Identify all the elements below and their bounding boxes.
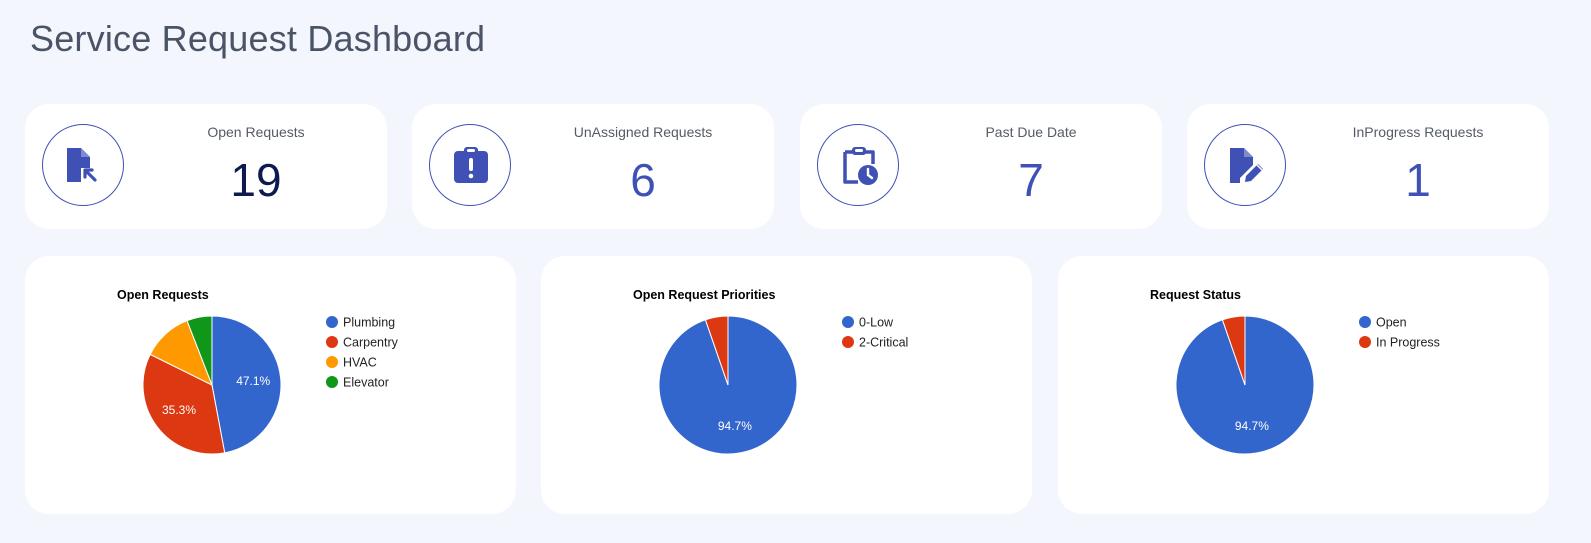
stat-card-inprogress-requests[interactable]: InProgress Requests 1 — [1187, 104, 1549, 229]
open-request-priorities-pie-chart: Open Request Priorities 94.7% 0-Low 2-Criti… — [633, 288, 908, 455]
legend-label-0-low[interactable]: 0-Low — [859, 316, 894, 330]
chart-title: Open Request Priorities — [633, 288, 775, 302]
page-title: Service Request Dashboard — [30, 18, 486, 59]
legend-label-elevator[interactable]: Elevator — [343, 376, 389, 390]
clipboard-exclamation-icon — [454, 147, 488, 183]
file-import-icon — [67, 148, 97, 182]
stat-icon-circle — [42, 124, 124, 206]
legend-marker-elevator — [326, 376, 338, 388]
stat-label: Past Due Date — [985, 124, 1077, 140]
stat-icon-circle — [817, 124, 899, 206]
legend-label-plumbing[interactable]: Plumbing — [343, 316, 395, 330]
stat-card-unassigned-requests[interactable]: UnAssigned Requests 6 — [412, 104, 774, 229]
chart-title: Request Status — [1150, 288, 1241, 302]
stat-value: 1 — [1405, 154, 1431, 206]
legend-marker-2-critical — [842, 336, 854, 348]
slice-label-carpentry: 35.3% — [162, 403, 196, 417]
chart-card-open-requests: Open Requests 47.1% 35.3% Plumbing Carpentry… — [25, 256, 516, 514]
legend-marker-plumbing — [326, 316, 338, 328]
legend-label-2-critical[interactable]: 2-Critical — [859, 336, 908, 350]
chart-title: Open Requests — [117, 288, 209, 302]
legend-label-open[interactable]: Open — [1376, 316, 1407, 330]
slice-label-0-low: 94.7% — [718, 419, 752, 433]
stat-icon-circle — [429, 124, 511, 206]
stat-value: 19 — [230, 154, 282, 206]
stat-label: Open Requests — [207, 124, 305, 140]
open-requests-pie-chart: Open Requests 47.1% 35.3% Plumbing Carpentry… — [117, 288, 399, 455]
stat-label: InProgress Requests — [1352, 124, 1484, 140]
stat-label: UnAssigned Requests — [573, 124, 713, 140]
legend-marker-carpentry — [326, 336, 338, 348]
legend-marker-0-low — [842, 316, 854, 328]
stat-card-open-requests[interactable]: Open Requests 19 — [25, 104, 387, 229]
stat-value: 7 — [1018, 154, 1044, 206]
legend-marker-in-progress — [1359, 336, 1371, 348]
legend-marker-hvac — [326, 356, 338, 368]
request-status-pie-chart: Request Status 94.7% Open In Progress — [1150, 288, 1440, 455]
stat-value: 6 — [630, 154, 656, 206]
chart-card-open-request-priorities: Open Request Priorities 94.7% 0-Low 2-Criti… — [541, 256, 1032, 514]
legend-label-carpentry[interactable]: Carpentry — [343, 336, 399, 350]
stat-card-past-due-date[interactable]: Past Due Date 7 — [800, 104, 1162, 229]
stat-icon-circle — [1204, 124, 1286, 206]
legend-label-in-progress[interactable]: In Progress — [1376, 336, 1440, 350]
clipboard-clock-icon — [843, 147, 878, 185]
slice-label-plumbing: 47.1% — [236, 374, 270, 388]
file-edit-icon — [1230, 148, 1263, 183]
legend-label-hvac[interactable]: HVAC — [343, 356, 377, 370]
chart-card-request-status: Request Status 94.7% Open In Progress — [1058, 256, 1549, 514]
slice-label-open: 94.7% — [1235, 419, 1269, 433]
legend-marker-open — [1359, 316, 1371, 328]
